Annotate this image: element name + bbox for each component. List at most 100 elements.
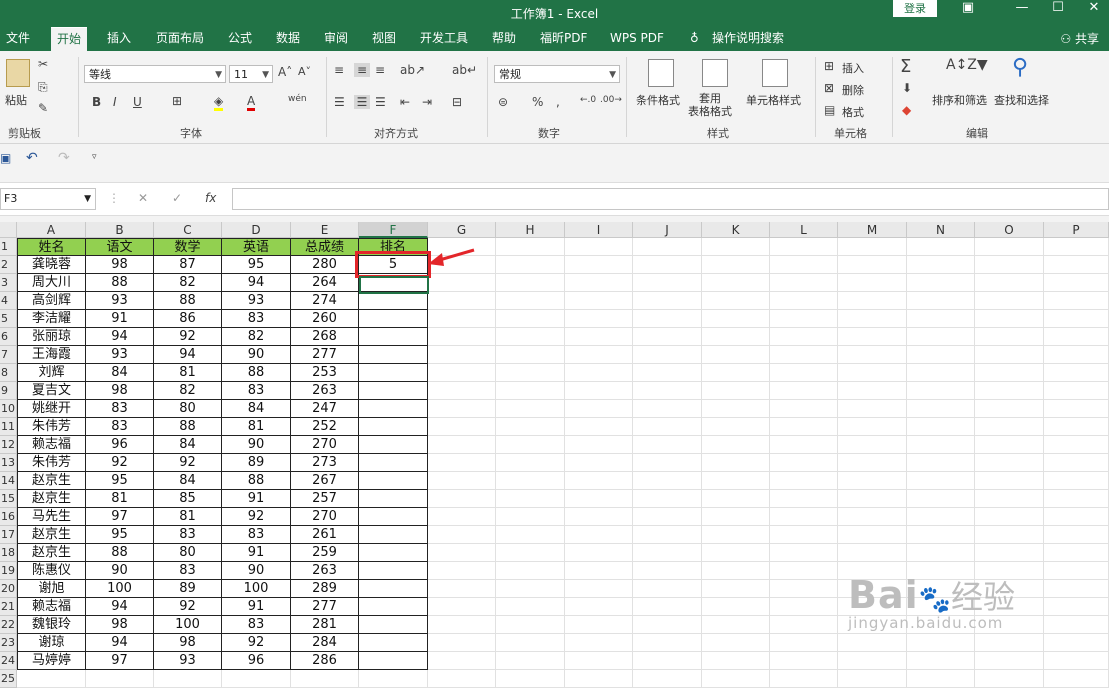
cell[interactable] xyxy=(1044,382,1109,400)
cell[interactable] xyxy=(633,310,702,328)
cell[interactable] xyxy=(702,292,770,310)
cell[interactable]: 270 xyxy=(291,508,359,526)
cell[interactable]: 92 xyxy=(86,454,154,472)
cell[interactable] xyxy=(496,616,565,634)
cell[interactable] xyxy=(838,634,907,652)
cell[interactable] xyxy=(633,382,702,400)
cell[interactable]: 91 xyxy=(86,310,154,328)
cell[interactable]: 252 xyxy=(291,418,359,436)
cell[interactable]: 95 xyxy=(222,256,291,274)
cell[interactable] xyxy=(975,508,1044,526)
cell[interactable] xyxy=(565,382,633,400)
cell[interactable] xyxy=(702,454,770,472)
borders-icon[interactable]: ⊞ xyxy=(172,94,182,108)
undo-icon[interactable]: ↶ xyxy=(26,150,38,166)
cell[interactable]: 84 xyxy=(154,436,222,454)
cell[interactable] xyxy=(770,256,838,274)
cell[interactable]: 92 xyxy=(154,598,222,616)
cell[interactable]: 赵京生 xyxy=(17,472,86,490)
cell[interactable]: 王海霞 xyxy=(17,346,86,364)
cell[interactable] xyxy=(565,652,633,670)
conditional-format-icon[interactable] xyxy=(648,59,674,87)
cell[interactable] xyxy=(565,562,633,580)
cell[interactable] xyxy=(496,634,565,652)
cell[interactable] xyxy=(770,292,838,310)
cell[interactable]: 87 xyxy=(154,256,222,274)
save-icon[interactable]: ▣ xyxy=(0,151,11,165)
cell[interactable] xyxy=(838,508,907,526)
cell[interactable] xyxy=(907,670,975,688)
accounting-format-icon[interactable]: ⊜ xyxy=(498,95,508,109)
cell[interactable]: 97 xyxy=(86,508,154,526)
cell[interactable] xyxy=(975,292,1044,310)
cell[interactable] xyxy=(770,454,838,472)
cell[interactable]: 264 xyxy=(291,274,359,292)
cell[interactable]: 281 xyxy=(291,616,359,634)
cell[interactable]: 93 xyxy=(154,652,222,670)
tab-data[interactable]: 数据 xyxy=(276,27,300,51)
cell[interactable]: 91 xyxy=(222,598,291,616)
cell[interactable]: 267 xyxy=(291,472,359,490)
cell[interactable]: 83 xyxy=(154,526,222,544)
cell[interactable]: 277 xyxy=(291,598,359,616)
cell[interactable]: 周大川 xyxy=(17,274,86,292)
cell[interactable] xyxy=(770,562,838,580)
redo-icon[interactable]: ↷ xyxy=(58,150,70,166)
row-header[interactable]: 1 xyxy=(0,238,17,256)
cell[interactable] xyxy=(975,382,1044,400)
cell[interactable]: 97 xyxy=(86,652,154,670)
cell[interactable] xyxy=(496,490,565,508)
cell[interactable]: 284 xyxy=(291,634,359,652)
cell[interactable] xyxy=(496,598,565,616)
customize-toolbar-icon[interactable]: ▿ xyxy=(92,152,97,162)
cell[interactable]: 马先生 xyxy=(17,508,86,526)
cell[interactable] xyxy=(359,598,428,616)
cell[interactable] xyxy=(359,652,428,670)
cell[interactable]: 83 xyxy=(154,562,222,580)
cell[interactable] xyxy=(702,670,770,688)
cell[interactable] xyxy=(1044,652,1109,670)
cell[interactable] xyxy=(907,526,975,544)
cell[interactable]: 92 xyxy=(222,508,291,526)
cell[interactable]: 263 xyxy=(291,382,359,400)
cell[interactable] xyxy=(770,274,838,292)
cell[interactable] xyxy=(565,634,633,652)
cell[interactable] xyxy=(359,616,428,634)
row-header[interactable]: 23 xyxy=(0,634,17,652)
cell[interactable] xyxy=(633,634,702,652)
cell[interactable] xyxy=(702,274,770,292)
cell[interactable]: 马婷婷 xyxy=(17,652,86,670)
formula-input[interactable] xyxy=(232,188,1109,210)
cell[interactable]: 247 xyxy=(291,400,359,418)
cell[interactable] xyxy=(770,400,838,418)
cell[interactable]: 高剑辉 xyxy=(17,292,86,310)
cell[interactable] xyxy=(428,472,496,490)
cell[interactable] xyxy=(428,310,496,328)
cell[interactable]: 86 xyxy=(154,310,222,328)
cell[interactable] xyxy=(428,328,496,346)
cell[interactable]: 李洁耀 xyxy=(17,310,86,328)
tab-formulas[interactable]: 公式 xyxy=(228,27,252,51)
cell[interactable] xyxy=(428,508,496,526)
cell[interactable]: 95 xyxy=(86,526,154,544)
cell[interactable] xyxy=(1044,364,1109,382)
cell[interactable] xyxy=(975,436,1044,454)
cell[interactable] xyxy=(702,346,770,364)
sort-filter-button[interactable]: 排序和筛选 xyxy=(932,92,987,108)
cell[interactable]: 98 xyxy=(86,382,154,400)
cell[interactable] xyxy=(975,418,1044,436)
cell[interactable] xyxy=(565,274,633,292)
cell[interactable] xyxy=(496,508,565,526)
cell[interactable] xyxy=(633,544,702,562)
cell[interactable] xyxy=(428,670,496,688)
cell[interactable] xyxy=(907,292,975,310)
cell[interactable]: 83 xyxy=(222,382,291,400)
cell[interactable] xyxy=(633,328,702,346)
cell[interactable]: 赵京生 xyxy=(17,526,86,544)
cell[interactable]: 81 xyxy=(86,490,154,508)
cell[interactable] xyxy=(770,634,838,652)
cell[interactable] xyxy=(975,256,1044,274)
cell[interactable]: 81 xyxy=(154,364,222,382)
cell[interactable]: 90 xyxy=(222,562,291,580)
cell[interactable]: 93 xyxy=(86,346,154,364)
